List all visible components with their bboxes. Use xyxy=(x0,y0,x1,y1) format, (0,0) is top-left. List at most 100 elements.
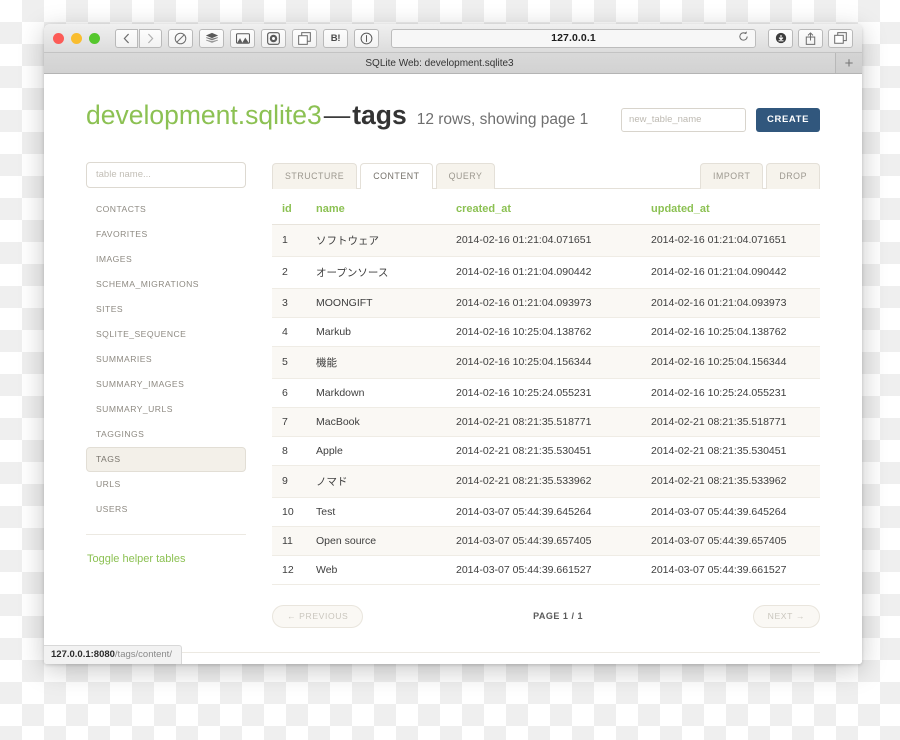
cell-created-at: 2014-02-16 10:25:04.138762 xyxy=(446,317,641,347)
back-button[interactable] xyxy=(115,28,138,48)
table-filter-input[interactable] xyxy=(86,161,246,188)
bang-icon[interactable]: B! xyxy=(323,28,348,48)
share-icon[interactable] xyxy=(798,28,823,48)
page-header: development.sqlite3—tags 12 rows, showin… xyxy=(86,100,820,134)
browser-tab[interactable]: SQLite Web: development.sqlite3 xyxy=(44,53,836,73)
toggle-helper-tables-link[interactable]: Toggle helper tables xyxy=(86,553,185,565)
next-page-button[interactable]: NEXT → xyxy=(752,604,820,628)
cell-updated-at: 2014-02-16 10:25:04.156344 xyxy=(641,346,820,379)
table-row: 2 オープンソース 2014-02-16 01:21:04.090442 201… xyxy=(272,256,820,289)
table-row: 5 機能 2014-02-16 10:25:04.156344 2014-02-… xyxy=(272,346,820,379)
cell-name: MacBook xyxy=(306,407,446,437)
cell-id: 12 xyxy=(272,555,306,585)
cell-name: Web xyxy=(306,555,446,585)
table-row: 1 ソフトウェア 2014-02-16 01:21:04.071651 2014… xyxy=(272,224,820,257)
layers-icon[interactable] xyxy=(199,28,224,48)
new-tab-button[interactable]: + xyxy=(836,53,862,73)
url-text: 127.0.0.1 xyxy=(551,32,596,44)
cell-id: 1 xyxy=(272,224,306,257)
cell-name: 機能 xyxy=(306,346,446,379)
sidebar-item-sqlite-sequence[interactable]: SQLITE_SEQUENCE xyxy=(86,322,246,347)
create-table-button[interactable]: CREATE xyxy=(756,107,820,132)
toolbar-right-buttons xyxy=(768,28,853,48)
bang-label: B! xyxy=(330,32,341,44)
table-row: 11 Open source 2014-03-07 05:44:39.65740… xyxy=(272,526,820,556)
column-header-updated-at[interactable]: updated_at xyxy=(641,202,820,225)
browser-toolbar: B! 127.0.0.1 xyxy=(44,24,862,53)
sidebar-item-users[interactable]: USERS xyxy=(86,497,246,522)
sidebar-item-contacts[interactable]: CONTACTS xyxy=(86,197,246,222)
sidebar-item-taggings[interactable]: TAGGINGS xyxy=(86,422,246,447)
sidebar-item-summary-images[interactable]: SUMMARY_IMAGES xyxy=(86,372,246,397)
sidebar-item-schema-migrations[interactable]: SCHEMA_MIGRATIONS xyxy=(86,272,246,297)
tab-drop[interactable]: DROP xyxy=(766,162,820,189)
page-indicator: PAGE 1 / 1 xyxy=(533,611,583,621)
zoom-window-button[interactable] xyxy=(89,32,100,44)
download-icon[interactable] xyxy=(768,28,793,48)
cell-name: ノマド xyxy=(306,465,446,498)
reload-icon[interactable] xyxy=(738,29,749,47)
cell-id: 4 xyxy=(272,317,306,347)
status-bar: 127.0.0.1:8080/tags/content/ xyxy=(44,645,182,664)
table-name: tags xyxy=(352,100,407,130)
sidebar-item-urls[interactable]: URLS xyxy=(86,472,246,497)
cell-id: 2 xyxy=(272,256,306,289)
sidebar-item-summaries[interactable]: SUMMARIES xyxy=(86,347,246,372)
browser-tab-strip: SQLite Web: development.sqlite3 + xyxy=(44,53,862,74)
tab-import[interactable]: IMPORT xyxy=(700,162,764,189)
cell-updated-at: 2014-02-16 01:21:04.093973 xyxy=(641,288,820,318)
tab-query[interactable]: QUERY xyxy=(435,162,496,189)
table-row: 10 Test 2014-03-07 05:44:39.645264 2014-… xyxy=(272,497,820,527)
tabs-icon[interactable] xyxy=(828,28,853,48)
minimize-window-button[interactable] xyxy=(71,32,82,44)
close-window-button[interactable] xyxy=(53,32,64,44)
copy-icon[interactable] xyxy=(292,28,317,48)
cell-name: オープンソース xyxy=(306,256,446,289)
status-path: /tags/content/ xyxy=(114,649,172,660)
cell-updated-at: 2014-03-07 05:44:39.661527 xyxy=(641,555,820,585)
info-icon[interactable] xyxy=(354,28,379,48)
previous-page-button[interactable]: ← PREVIOUS xyxy=(272,604,364,628)
new-table-name-input[interactable] xyxy=(621,107,747,132)
cell-name: Apple xyxy=(306,436,446,466)
table-row: 4 Markub 2014-02-16 10:25:04.138762 2014… xyxy=(272,317,820,347)
cell-id: 5 xyxy=(272,346,306,379)
target-icon[interactable] xyxy=(261,28,286,48)
cell-id: 3 xyxy=(272,288,306,318)
browser-tab-title: SQLite Web: development.sqlite3 xyxy=(365,57,514,69)
page-title: development.sqlite3—tags xyxy=(86,100,407,131)
column-header-name[interactable]: name xyxy=(306,202,446,225)
cell-created-at: 2014-02-16 10:25:24.055231 xyxy=(446,378,641,408)
main-panel: STRUCTURE CONTENT QUERY IMPORT DROP id n… xyxy=(272,162,820,634)
address-bar[interactable]: 127.0.0.1 xyxy=(391,28,756,48)
column-header-created-at[interactable]: created_at xyxy=(446,202,641,225)
navigation-buttons xyxy=(115,28,162,48)
cell-updated-at: 2014-02-21 08:21:35.533962 xyxy=(641,465,820,498)
forward-button[interactable] xyxy=(139,28,162,48)
table-row: 8 Apple 2014-02-21 08:21:35.530451 2014-… xyxy=(272,436,820,466)
cell-name: Markub xyxy=(306,317,446,347)
sidebar-item-images[interactable]: IMAGES xyxy=(86,247,246,272)
tab-structure[interactable]: STRUCTURE xyxy=(272,162,358,189)
tab-content[interactable]: CONTENT xyxy=(360,162,433,189)
block-icon[interactable] xyxy=(168,28,193,48)
sidebar-item-summary-urls[interactable]: SUMMARY_URLS xyxy=(86,397,246,422)
sidebar-item-tags[interactable]: TAGS xyxy=(86,446,246,472)
reading-list-icon[interactable] xyxy=(230,28,255,48)
pagination: ← PREVIOUS PAGE 1 / 1 NEXT → xyxy=(272,604,820,634)
cell-id: 8 xyxy=(272,436,306,466)
cell-updated-at: 2014-02-16 01:21:04.071651 xyxy=(641,224,820,257)
cell-id: 7 xyxy=(272,407,306,437)
page-container: development.sqlite3—tags 12 rows, showin… xyxy=(44,74,862,634)
page-footer: Web-based SQLite database browser, power… xyxy=(86,651,820,665)
cell-name: Open source xyxy=(306,526,446,556)
table-row: 12 Web 2014-03-07 05:44:39.661527 2014-0… xyxy=(272,555,820,585)
cell-id: 10 xyxy=(272,497,306,527)
sidebar-item-favorites[interactable]: FAVORITES xyxy=(86,222,246,247)
cell-created-at: 2014-02-16 10:25:04.156344 xyxy=(446,346,641,379)
cell-updated-at: 2014-02-21 08:21:35.530451 xyxy=(641,436,820,466)
column-header-id[interactable]: id xyxy=(272,202,306,225)
cell-updated-at: 2014-03-07 05:44:39.657405 xyxy=(641,526,820,556)
cell-id: 6 xyxy=(272,378,306,408)
sidebar-item-sites[interactable]: SITES xyxy=(86,297,246,322)
